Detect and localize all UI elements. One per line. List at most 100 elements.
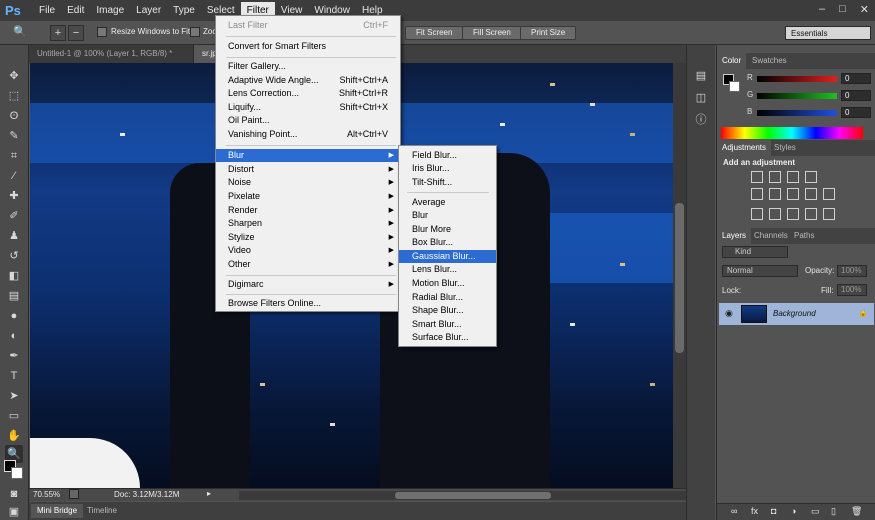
- blue-slider[interactable]: B 0: [747, 107, 875, 120]
- properties-panel-icon[interactable]: ◫: [692, 89, 710, 107]
- crop-tool-icon[interactable]: ⌗: [5, 147, 23, 165]
- tab-layers[interactable]: Layers: [717, 228, 752, 244]
- menu-item-convert-smart-filters[interactable]: Convert for Smart Filters: [216, 40, 400, 53]
- zoom-out-icon[interactable]: −: [68, 25, 84, 41]
- close-icon[interactable]: ✕: [860, 3, 869, 16]
- menu-item-shape-blur[interactable]: Shape Blur...: [399, 304, 496, 317]
- blend-mode-select[interactable]: Normal: [722, 265, 798, 277]
- menu-item-blur-more[interactable]: Blur More: [399, 223, 496, 236]
- tab-timeline[interactable]: Timeline: [81, 504, 123, 518]
- menu-file[interactable]: File: [33, 2, 61, 19]
- move-tool-icon[interactable]: ✥: [5, 67, 23, 85]
- eraser-tool-icon[interactable]: ◧: [5, 267, 23, 285]
- tab-untitled-1[interactable]: Untitled-1 @ 100% (Layer 1, RGB/8) *: [29, 45, 194, 63]
- black-white-icon[interactable]: [787, 188, 799, 200]
- maximize-icon[interactable]: □: [839, 3, 846, 16]
- menu-image[interactable]: Image: [90, 2, 130, 19]
- menu-item-oil-paint[interactable]: Oil Paint...: [216, 114, 400, 127]
- fx-icon[interactable]: fx: [751, 506, 758, 516]
- delete-layer-icon[interactable]: 🗑: [851, 506, 862, 517]
- menu-item-smart-blur[interactable]: Smart Blur...: [399, 318, 496, 331]
- tab-adjustments[interactable]: Adjustments: [717, 140, 772, 156]
- path-select-tool-icon[interactable]: ➤: [5, 387, 23, 405]
- tab-sr-jpg[interactable]: sr.jpg: [194, 45, 221, 63]
- eyedropper-tool-icon[interactable]: ⁄: [5, 167, 23, 185]
- menu-item-lens-correction[interactable]: Lens Correction... Shift+Ctrl+R: [216, 87, 400, 100]
- pen-tool-icon[interactable]: ✒: [5, 347, 23, 365]
- tab-swatches[interactable]: Swatches: [747, 53, 792, 69]
- menu-item-motion-blur[interactable]: Motion Blur...: [399, 277, 496, 290]
- color-bg-swatch[interactable]: [729, 81, 740, 92]
- tab-channels[interactable]: Channels: [749, 228, 793, 244]
- exposure-icon[interactable]: [805, 171, 817, 183]
- fill-input[interactable]: 100%: [837, 284, 867, 296]
- background-color-swatch[interactable]: [11, 467, 23, 479]
- horizontal-scroll-thumb[interactable]: [395, 492, 551, 499]
- quick-select-tool-icon[interactable]: ✎: [5, 127, 23, 145]
- curves-icon[interactable]: [787, 171, 799, 183]
- menu-item-adaptive-wide-angle[interactable]: Adaptive Wide Angle... Shift+Ctrl+A: [216, 74, 400, 87]
- menu-edit[interactable]: Edit: [61, 2, 90, 19]
- green-track[interactable]: [757, 93, 837, 99]
- zoom-level[interactable]: 70.55%: [33, 490, 60, 499]
- layer-kind-filter[interactable]: Kind: [722, 246, 788, 258]
- quick-mask-icon[interactable]: ◙: [5, 485, 23, 503]
- menu-item-gaussian-blur[interactable]: Gaussian Blur...: [399, 250, 496, 263]
- layer-name[interactable]: Background: [773, 309, 816, 318]
- menu-item-lens-blur[interactable]: Lens Blur...: [399, 263, 496, 276]
- gradient-tool-icon[interactable]: ▤: [5, 287, 23, 305]
- history-brush-tool-icon[interactable]: ↺: [5, 247, 23, 265]
- history-panel-icon[interactable]: ▤: [692, 67, 710, 85]
- posterize-icon[interactable]: [769, 208, 781, 220]
- print-size-button[interactable]: Print Size: [520, 26, 577, 40]
- color-spectrum[interactable]: [721, 127, 863, 139]
- tab-color[interactable]: Color: [717, 53, 747, 69]
- fill-screen-button[interactable]: Fill Screen: [462, 26, 522, 40]
- status-info-icon[interactable]: [69, 489, 79, 499]
- menu-item-browse-filters-online[interactable]: Browse Filters Online...: [216, 297, 400, 310]
- menu-item-vanishing-point[interactable]: Vanishing Point... Alt+Ctrl+V: [216, 128, 400, 141]
- color-balance-icon[interactable]: [769, 188, 781, 200]
- menu-item-noise[interactable]: Noise ▶: [216, 176, 400, 189]
- dodge-tool-icon[interactable]: ◐: [5, 327, 23, 345]
- menu-item-other[interactable]: Other ▶: [216, 258, 400, 271]
- menu-item-average[interactable]: Average: [399, 196, 496, 209]
- vertical-scroll-thumb[interactable]: [675, 203, 684, 353]
- red-value[interactable]: 0: [841, 73, 871, 84]
- info-panel-icon[interactable]: ⓘ: [692, 111, 710, 129]
- menu-type[interactable]: Type: [167, 2, 201, 19]
- resize-windows-checkbox[interactable]: [97, 27, 107, 37]
- menu-item-video[interactable]: Video ▶: [216, 244, 400, 257]
- menu-item-digimarc[interactable]: Digimarc ▶: [216, 278, 400, 291]
- brightness-contrast-icon[interactable]: [751, 171, 763, 183]
- horizontal-scrollbar[interactable]: [239, 491, 699, 500]
- opacity-input[interactable]: 100%: [837, 265, 867, 277]
- green-value[interactable]: 0: [841, 90, 871, 101]
- clone-stamp-tool-icon[interactable]: ♟: [5, 227, 23, 245]
- photo-filter-icon[interactable]: [805, 188, 817, 200]
- blur-tool-icon[interactable]: ●: [5, 307, 23, 325]
- levels-icon[interactable]: [769, 171, 781, 183]
- menu-item-surface-blur[interactable]: Surface Blur...: [399, 331, 496, 344]
- zoom-in-icon[interactable]: +: [50, 25, 66, 41]
- menu-item-blur[interactable]: Blur: [399, 209, 496, 222]
- red-slider[interactable]: R 0: [747, 73, 875, 86]
- vertical-scrollbar[interactable]: [673, 63, 686, 488]
- threshold-icon[interactable]: [787, 208, 799, 220]
- tab-mini-bridge[interactable]: Mini Bridge: [31, 504, 84, 518]
- minimize-icon[interactable]: –: [819, 3, 825, 16]
- hand-tool-icon[interactable]: ✋: [5, 427, 23, 445]
- lasso-tool-icon[interactable]: ʘ: [5, 107, 23, 125]
- eye-icon[interactable]: ◉: [725, 308, 733, 319]
- shape-tool-icon[interactable]: ▭: [5, 407, 23, 425]
- blue-value[interactable]: 0: [841, 107, 871, 118]
- zoom-tool-icon[interactable]: 🔍: [12, 25, 28, 41]
- menu-item-pixelate[interactable]: Pixelate ▶: [216, 190, 400, 203]
- gradient-map-icon[interactable]: [805, 208, 817, 220]
- type-tool-icon[interactable]: T: [5, 367, 23, 385]
- menu-item-blur[interactable]: Blur ▶: [216, 149, 400, 162]
- tab-paths[interactable]: Paths: [789, 228, 819, 244]
- tab-styles[interactable]: Styles: [769, 140, 801, 156]
- menu-item-stylize[interactable]: Stylize ▶: [216, 231, 400, 244]
- menu-item-filter-gallery[interactable]: Filter Gallery...: [216, 60, 400, 73]
